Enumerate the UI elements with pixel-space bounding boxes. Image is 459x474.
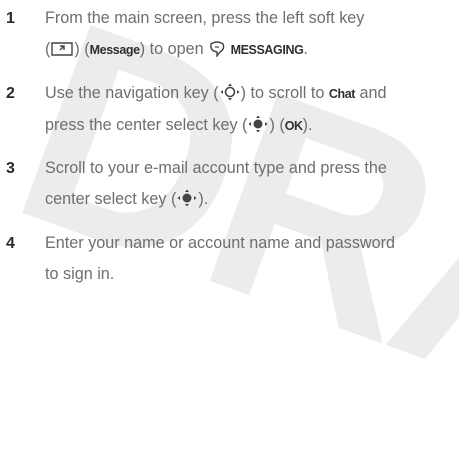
step-text: From the main screen, press the left sof…: [45, 3, 457, 66]
text-run: ) to scroll to: [240, 84, 329, 102]
text-run: and: [355, 84, 387, 102]
text-run: ) (: [269, 116, 285, 134]
messaging-icon: [208, 41, 226, 57]
step-line: From the main screen, press the left sof…: [45, 3, 457, 34]
step-line: () (Message) to open MESSAGING.: [45, 34, 457, 66]
step-number: 2: [6, 85, 15, 102]
text-run: ) to open: [139, 40, 209, 58]
step-text: Enter your name or account name and pass…: [45, 228, 457, 290]
step-text: Use the navigation key ( ) to scroll to C…: [45, 78, 457, 142]
text-run: press the center select key (: [45, 116, 248, 134]
step-line: to sign in.: [45, 259, 457, 290]
step-line: press the center select key ( ) (OK).: [45, 110, 457, 142]
step-line: Scroll to your e-mail account type and p…: [45, 153, 457, 184]
step-number: 4: [6, 235, 15, 252]
step-text: Scroll to your e-mail account type and p…: [45, 153, 457, 215]
navigation-key-icon: [219, 83, 241, 101]
ok-label: OK: [284, 119, 303, 133]
text-run: center select key (: [45, 190, 177, 208]
text-run: .: [303, 40, 308, 58]
step-line: Use the navigation key ( ) to scroll to C…: [45, 78, 457, 110]
step-number: 1: [6, 10, 15, 27]
text-run: ).: [302, 116, 313, 134]
step-number: 3: [6, 160, 15, 177]
text-run: Use the navigation key (: [45, 84, 219, 102]
messaging-label: MESSAGING: [230, 43, 304, 57]
message-label: Message: [89, 43, 140, 57]
text-run: to sign in.: [45, 265, 115, 283]
chat-label: Chat: [328, 87, 356, 101]
step-line: center select key ().: [45, 184, 457, 215]
text-run: Scroll to your e-mail account type and p…: [45, 159, 387, 177]
left-soft-key-icon: [50, 41, 74, 57]
text-run: From the main screen, press the left sof…: [45, 9, 365, 27]
text-run: ) (: [74, 40, 90, 58]
center-select-key-icon: [176, 189, 198, 207]
text-run: ).: [198, 190, 209, 208]
center-select-key-icon: [247, 115, 269, 133]
step-line: Enter your name or account name and pass…: [45, 228, 457, 259]
text-run: Enter your name or account name and pass…: [45, 234, 396, 252]
